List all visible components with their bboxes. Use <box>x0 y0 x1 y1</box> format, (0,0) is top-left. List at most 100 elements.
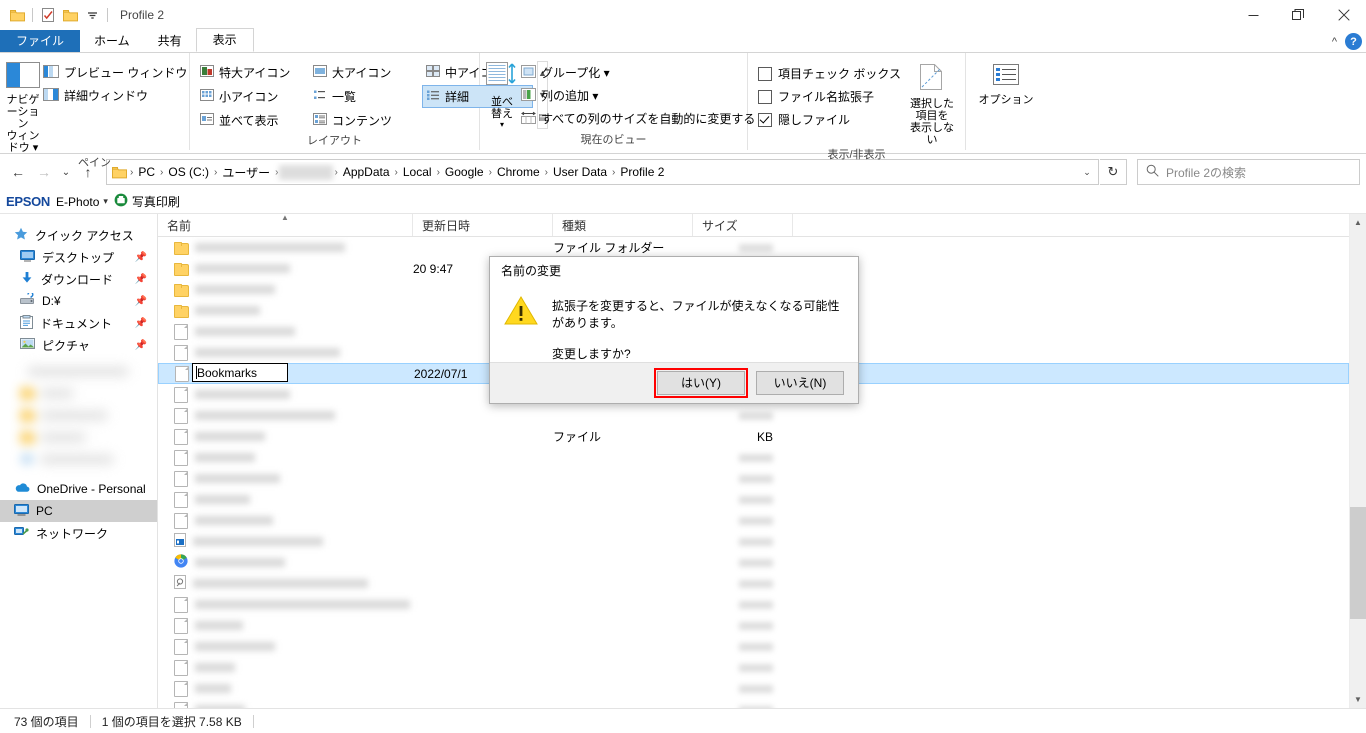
table-row[interactable] <box>158 678 1349 699</box>
table-row[interactable] <box>158 552 1349 573</box>
breadcrumb-chrome[interactable]: Chrome <box>493 163 544 181</box>
table-row[interactable] <box>158 447 1349 468</box>
rename-input[interactable]: Bookmarks <box>192 363 288 382</box>
table-row[interactable] <box>158 699 1349 708</box>
table-row[interactable] <box>158 636 1349 657</box>
sidebar-item-redacted[interactable] <box>0 382 157 404</box>
table-row[interactable]: ファイル フォルダー <box>158 237 1349 258</box>
layout-small-icons[interactable]: 小アイコン <box>196 85 307 108</box>
table-row[interactable] <box>158 615 1349 636</box>
sidebar-item-redacted[interactable] <box>0 360 157 382</box>
item-checkboxes-checkbox[interactable] <box>758 66 772 81</box>
layout-content[interactable]: コンテンツ <box>309 109 420 132</box>
new-folder-icon[interactable] <box>59 4 81 26</box>
breadcrumb-user-data[interactable]: User Data <box>549 163 611 181</box>
column-header-size[interactable]: サイズ <box>693 214 793 236</box>
epson-ephoto-menu[interactable]: E-Photo ▾ <box>56 195 108 209</box>
help-icon[interactable]: ? <box>1345 33 1362 50</box>
sidebar-item-redacted[interactable] <box>0 404 157 426</box>
add-columns-button[interactable]: 列の追加 ▾ <box>518 85 760 106</box>
breadcrumb-google[interactable]: Google <box>441 163 488 181</box>
table-row[interactable] <box>158 657 1349 678</box>
refresh-button[interactable]: ↻ <box>1100 159 1127 185</box>
layout-extra-large-icons[interactable]: 特大アイコン <box>196 61 307 84</box>
column-header-empty[interactable] <box>793 214 1349 236</box>
maximize-button[interactable] <box>1276 0 1321 30</box>
folder-icon[interactable] <box>6 4 28 26</box>
sidebar-item-quick-access[interactable]: クイック アクセス <box>0 224 157 246</box>
pin-icon[interactable]: 📌 <box>135 252 147 263</box>
scroll-down-button[interactable]: ▼ <box>1350 691 1366 708</box>
sidebar-item-pc[interactable]: PC <box>0 500 157 522</box>
minimize-button[interactable] <box>1231 0 1276 30</box>
table-row[interactable] <box>158 531 1349 552</box>
file-type-cell: ファイル <box>553 428 693 445</box>
breadcrumb-dropdown-icon[interactable]: ⌄ <box>1078 167 1096 178</box>
layout-large-icons[interactable]: 大アイコン <box>309 61 420 84</box>
scroll-up-button[interactable]: ▲ <box>1350 214 1366 231</box>
navigation-pane: クイック アクセス デスクトップ 📌 ダウンロード 📌 D:¥ 📌 ドキュメント… <box>0 214 158 708</box>
breadcrumb-users[interactable]: ユーザー <box>218 162 274 183</box>
pin-icon[interactable]: 📌 <box>135 296 147 307</box>
breadcrumb-profile-2[interactable]: Profile 2 <box>616 163 668 181</box>
tab-share[interactable]: 共有 <box>144 30 196 52</box>
vertical-scrollbar[interactable]: ▲ ▼ <box>1349 214 1366 708</box>
breadcrumb-username-redacted[interactable] <box>279 164 334 180</box>
pin-icon[interactable]: 📌 <box>135 318 147 329</box>
breadcrumb-local[interactable]: Local <box>399 163 436 181</box>
navigation-pane-button[interactable]: ナビゲーション ウィンドウ ▾ <box>6 58 40 154</box>
file-extensions-checkbox[interactable] <box>758 89 772 104</box>
chevron-up-icon[interactable]: ^ <box>1332 36 1337 48</box>
preview-pane-button[interactable]: プレビュー ウィンドウ <box>40 62 192 83</box>
pin-icon[interactable]: 📌 <box>135 340 147 351</box>
item-checkboxes-option[interactable]: 項目チェック ボックス <box>754 63 905 84</box>
dialog-no-button[interactable]: いいえ(N) <box>756 370 844 395</box>
scrollbar-thumb[interactable] <box>1350 507 1366 619</box>
dialog-yes-button[interactable]: はい(Y) <box>654 367 748 398</box>
chevron-down-icon: ▾ <box>103 196 108 206</box>
table-row[interactable] <box>158 594 1349 615</box>
tab-view[interactable]: 表示 <box>195 28 254 52</box>
epson-photo-print-button[interactable]: 写真印刷 <box>114 193 180 210</box>
table-row[interactable] <box>158 489 1349 510</box>
sidebar-item-desktop[interactable]: デスクトップ 📌 <box>0 246 157 268</box>
sidebar-item-downloads[interactable]: ダウンロード 📌 <box>0 268 157 290</box>
pin-icon[interactable]: 📌 <box>135 274 147 285</box>
sidebar-item-network[interactable]: ネットワーク <box>0 522 157 544</box>
sidebar-item-onedrive[interactable]: OneDrive - Personal <box>0 478 157 500</box>
breadcrumb-appdata[interactable]: AppData <box>339 163 394 181</box>
table-row[interactable] <box>158 405 1349 426</box>
layout-tiles[interactable]: 並べて表示 <box>196 109 307 132</box>
layout-list[interactable]: 一覧 <box>309 85 420 108</box>
sidebar-item-pictures[interactable]: ピクチャ 📌 <box>0 334 157 356</box>
size-all-columns-button[interactable]: すべての列のサイズを自動的に変更する <box>518 108 760 129</box>
hidden-items-option[interactable]: 隠しファイル <box>754 109 905 130</box>
table-row[interactable]: ファイル KB <box>158 426 1349 447</box>
folder-icon <box>174 262 189 276</box>
properties-icon[interactable] <box>37 4 59 26</box>
sidebar-item-redacted[interactable] <box>0 426 157 448</box>
sidebar-item-d-drive[interactable]: D:¥ 📌 <box>0 290 157 312</box>
table-row[interactable] <box>158 573 1349 594</box>
tab-home[interactable]: ホーム <box>80 30 144 52</box>
hidden-items-checkbox[interactable] <box>758 112 772 127</box>
table-row[interactable] <box>158 510 1349 531</box>
search-box[interactable]: Profile 2の検索 <box>1137 159 1360 185</box>
hide-selected-items-button[interactable]: 選択した項目を 表示しない <box>905 58 959 146</box>
column-header-name[interactable]: ▲ 名前 <box>158 213 413 236</box>
column-header-date-modified[interactable]: 更新日時 <box>413 214 553 236</box>
tab-file[interactable]: ファイル <box>0 30 81 52</box>
column-header-type[interactable]: 種類 <box>553 214 693 236</box>
file-size-cell <box>693 640 793 654</box>
preview-pane-icon <box>43 64 59 81</box>
sidebar-item-redacted[interactable] <box>0 448 157 470</box>
details-pane-button[interactable]: 詳細ウィンドウ <box>40 85 192 106</box>
table-row[interactable] <box>158 468 1349 489</box>
close-button[interactable] <box>1321 0 1366 30</box>
sort-by-button[interactable]: 並べ替え ▾ <box>486 58 518 131</box>
group-by-button[interactable]: グループ化 ▾ <box>518 62 760 83</box>
options-button[interactable]: オプション <box>972 58 1040 106</box>
file-extensions-option[interactable]: ファイル名拡張子 <box>754 86 905 107</box>
customize-dropdown-icon[interactable] <box>81 4 103 26</box>
sidebar-item-documents[interactable]: ドキュメント 📌 <box>0 312 157 334</box>
